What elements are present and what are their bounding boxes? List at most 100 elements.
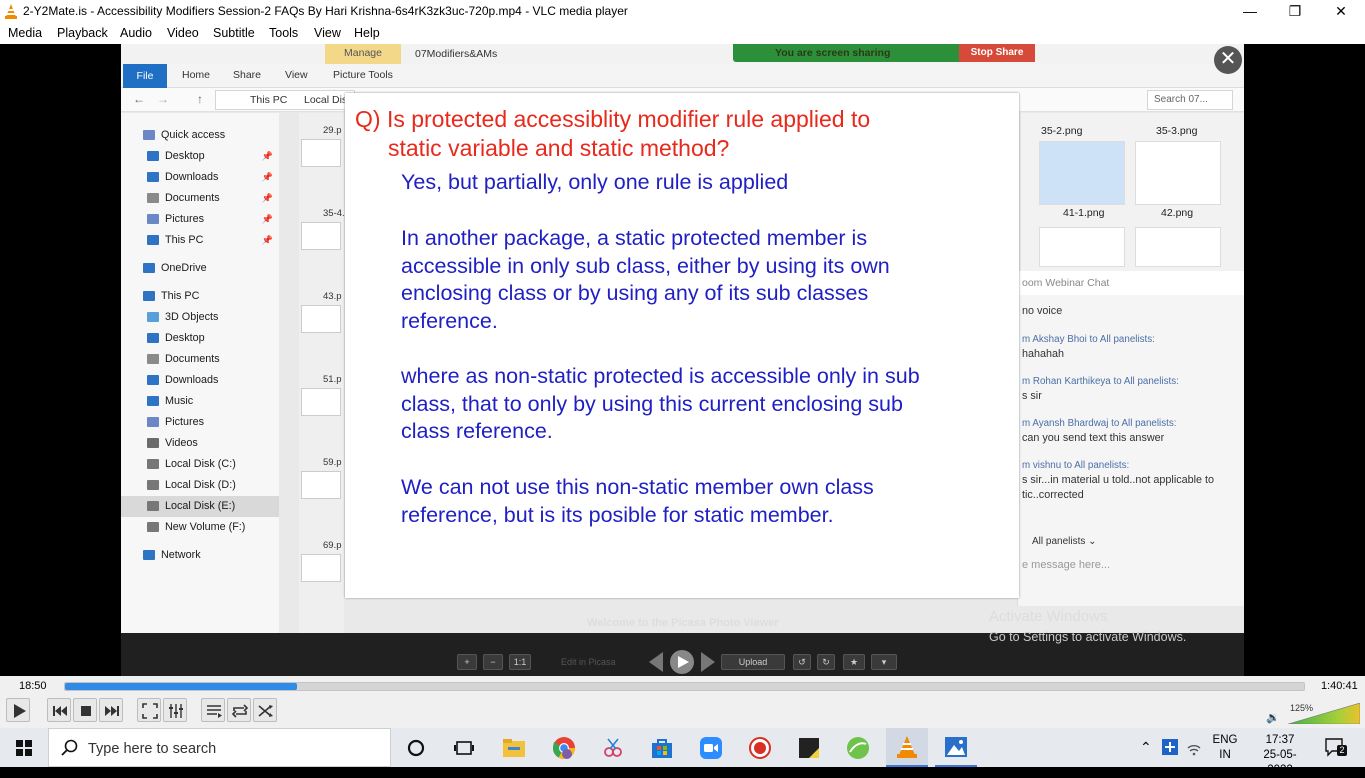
close-button[interactable]: ✕ — [1318, 0, 1364, 23]
nav-item[interactable]: This PC 📌 — [121, 230, 279, 251]
nav-item[interactable]: Downloads 📌 — [121, 167, 279, 188]
ribbon-manage-tab[interactable]: Manage — [325, 44, 401, 64]
shuffle-button[interactable] — [253, 698, 277, 722]
nav-item[interactable]: Pictures — [121, 412, 279, 433]
thumb-label[interactable]: 35-2.png — [1041, 125, 1082, 137]
nav-item[interactable]: This PC — [121, 286, 279, 307]
file-thumbnail[interactable] — [301, 222, 341, 250]
store-icon[interactable] — [650, 736, 674, 760]
menu-help[interactable]: Help — [354, 26, 380, 40]
fullscreen-button[interactable] — [137, 698, 161, 722]
file-thumbnail[interactable] — [301, 305, 341, 333]
rotate-right-icon[interactable]: ↻ — [817, 654, 835, 670]
breadcrumb-this-pc[interactable]: This PC — [250, 94, 287, 106]
cortana-icon[interactable] — [404, 736, 428, 760]
menu-tools[interactable]: Tools — [269, 26, 298, 40]
file-label[interactable]: 35-4. — [323, 208, 345, 219]
zoom-out-icon[interactable]: − — [483, 654, 503, 670]
menu-audio[interactable]: Audio — [120, 26, 152, 40]
nav-item[interactable]: Local Disk (E:) — [121, 496, 279, 517]
up-arrow-icon[interactable]: ↑ — [197, 92, 203, 106]
thumbnail[interactable] — [1135, 141, 1221, 205]
file-thumbnail[interactable] — [301, 554, 341, 582]
zoom-in-icon[interactable]: + — [457, 654, 477, 670]
nav-item[interactable]: Downloads — [121, 370, 279, 391]
file-label[interactable]: 43.p — [323, 291, 342, 302]
sticky-notes-icon[interactable] — [797, 736, 821, 760]
chat-recipient-select[interactable]: All panelists ⌄ — [1032, 536, 1097, 547]
maximize-button[interactable]: ❐ — [1272, 0, 1318, 23]
play-slideshow-icon[interactable] — [649, 648, 715, 676]
seek-bar[interactable] — [64, 682, 1305, 691]
file-thumbnail[interactable] — [301, 388, 341, 416]
nav-item[interactable]: Local Disk (C:) — [121, 454, 279, 475]
wifi-icon[interactable] — [1186, 740, 1202, 756]
task-view-icon[interactable] — [452, 736, 476, 760]
notifications-button[interactable]: 2 — [1324, 737, 1347, 757]
nav-item[interactable]: 3D Objects — [121, 307, 279, 328]
nav-item[interactable]: OneDrive — [121, 258, 279, 279]
file-thumbnail[interactable] — [301, 471, 341, 499]
star-icon[interactable]: ★ — [843, 654, 865, 670]
thumbnail[interactable] — [1039, 227, 1125, 267]
file-label[interactable]: 29.p — [323, 125, 342, 136]
nav-item[interactable]: Desktop — [121, 328, 279, 349]
chrome-icon[interactable] — [552, 736, 576, 760]
start-button[interactable] — [0, 728, 48, 767]
speaker-icon[interactable]: 🔉 — [1266, 711, 1280, 724]
nav-item[interactable]: Local Disk (D:) — [121, 475, 279, 496]
file-label[interactable]: 69.p — [323, 540, 342, 551]
ribbon-view-tab[interactable]: View — [285, 69, 308, 81]
explorer-search-input[interactable]: Search 07... — [1147, 90, 1233, 110]
chevron-down-icon[interactable]: ▾ — [871, 654, 897, 670]
nav-item[interactable]: Pictures 📌 — [121, 209, 279, 230]
nav-item[interactable]: Quick access — [121, 125, 279, 146]
nav-item[interactable]: Documents 📌 — [121, 188, 279, 209]
menu-video[interactable]: Video — [167, 26, 199, 40]
file-thumbnail[interactable] — [301, 139, 341, 167]
ribbon-picture-tools-tab[interactable]: Picture Tools — [333, 69, 393, 81]
snipping-tool-icon[interactable] — [601, 736, 625, 760]
minimize-button[interactable]: — — [1227, 0, 1273, 23]
address-box[interactable]: This PC Local Dis — [215, 90, 355, 110]
menu-subtitle[interactable]: Subtitle — [213, 26, 255, 40]
breadcrumb-local-disk[interactable]: Local Dis — [304, 94, 347, 106]
thumbnail-selected[interactable] — [1039, 141, 1125, 205]
nav-item[interactable]: Music — [121, 391, 279, 412]
ribbon-share-tab[interactable]: Share — [233, 69, 261, 81]
loop-button[interactable] — [227, 698, 251, 722]
menu-media[interactable]: Media — [8, 26, 42, 40]
menu-view[interactable]: View — [314, 26, 341, 40]
edit-in-picasa-link[interactable]: Edit in Picasa — [561, 657, 616, 667]
stop-button[interactable] — [73, 698, 97, 722]
rotate-left-icon[interactable]: ↺ — [793, 654, 811, 670]
forward-arrow-icon[interactable]: → — [157, 92, 169, 106]
upload-button[interactable]: Upload — [721, 654, 785, 670]
elapsed-time[interactable]: 18:50 — [19, 680, 47, 692]
total-time[interactable]: 1:40:41 — [1321, 680, 1358, 692]
thumbnail[interactable] — [1135, 227, 1221, 267]
taskbar-search[interactable]: Type here to search — [48, 728, 391, 767]
play-button[interactable] — [6, 698, 30, 722]
playlist-button[interactable] — [201, 698, 225, 722]
volume-slider[interactable] — [1287, 702, 1361, 725]
extended-settings-button[interactable] — [163, 698, 187, 722]
chat-message-input[interactable]: e message here... — [1022, 559, 1110, 571]
next-button[interactable] — [99, 698, 123, 722]
ribbon-file-tab[interactable]: File — [123, 64, 167, 88]
picasa-app-icon[interactable] — [846, 736, 870, 760]
recorder-icon[interactable] — [748, 736, 772, 760]
nav-item[interactable]: New Volume (F:) — [121, 517, 279, 538]
chevron-up-icon[interactable]: ⌃ — [1140, 739, 1152, 756]
actual-size-button[interactable]: 1:1 — [509, 654, 531, 670]
clock[interactable]: 17:37 25-05-2022 — [1252, 733, 1308, 778]
nav-item[interactable]: Network — [121, 545, 279, 566]
thumb-label[interactable]: 41-1.png — [1063, 207, 1104, 219]
close-icon[interactable]: ✕ — [1214, 46, 1242, 74]
file-explorer-icon[interactable] — [502, 736, 526, 760]
back-arrow-icon[interactable]: ← — [133, 92, 145, 106]
stop-share-button[interactable]: Stop Share — [959, 44, 1035, 62]
ribbon-home-tab[interactable]: Home — [182, 69, 210, 81]
meet-now-icon[interactable] — [1162, 739, 1178, 755]
nav-item[interactable]: Desktop 📌 — [121, 146, 279, 167]
